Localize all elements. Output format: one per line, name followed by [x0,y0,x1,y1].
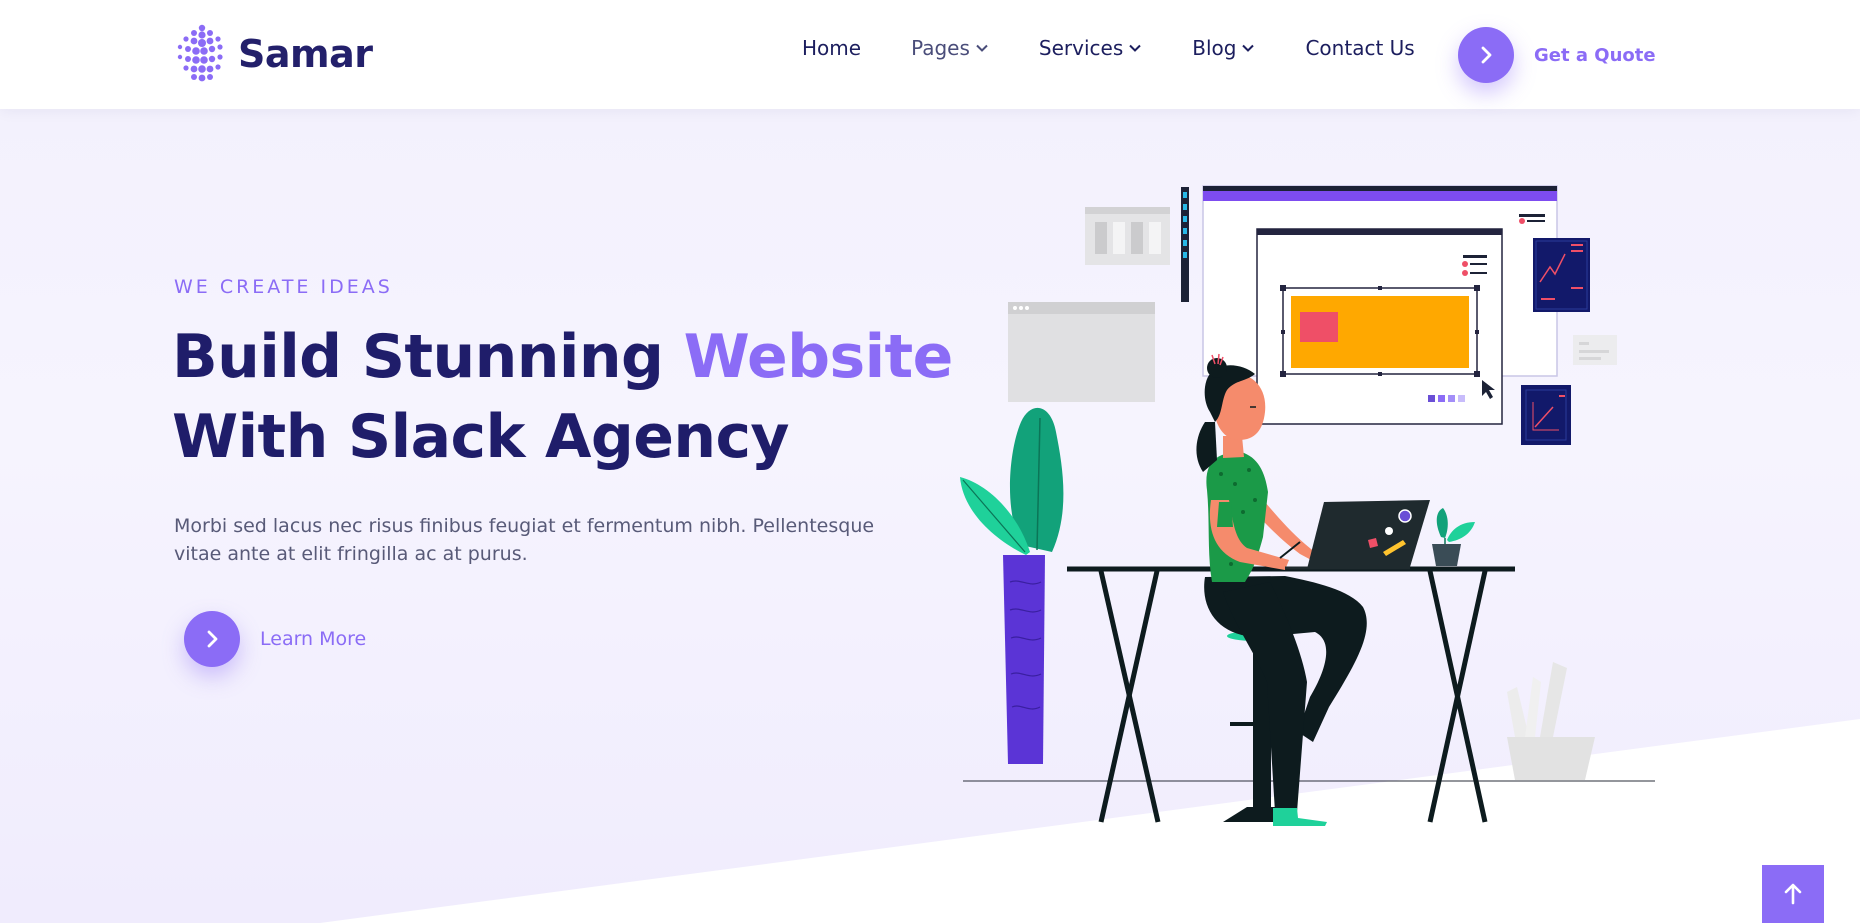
nav-item-label: Blog [1192,36,1237,60]
main-nav: Home Pages Services Blog Contact Us [802,36,1415,60]
grey-window-small [1085,207,1170,265]
nav-item-blog[interactable]: Blog [1192,36,1255,60]
hero-section: WE CREATE IDEAS Build Stunning Website W… [0,109,1860,923]
grey-plant-pot [1507,662,1595,780]
graph-card [1521,385,1571,445]
chart-card [1533,238,1590,312]
chevron-down-icon [1242,44,1255,52]
quote-circle-button[interactable] [1458,27,1514,83]
chevron-down-icon [976,44,988,52]
brand-name: Samar [238,32,373,76]
editor-panel [1256,228,1503,425]
nav-item-services[interactable]: Services [1039,36,1142,60]
brand-logo[interactable]: Samar [172,24,373,84]
nav-item-contact-us[interactable]: Contact Us [1305,36,1414,60]
chevron-down-icon [1129,44,1141,52]
nav-item-label: Services [1038,36,1124,60]
laptop [1285,500,1430,570]
hero-description: Morbi sed lacus nec risus finibus feugia… [174,515,875,565]
nav-item-label: Pages [911,36,970,60]
hero-headline: Build Stunning Website With Slack Agency [172,317,953,477]
hero-eyebrow: WE CREATE IDEAS [174,276,393,298]
headline-accent: Website [683,322,954,392]
grey-window-tiny [1573,335,1617,365]
get-a-quote-label: Get a Quote [1534,44,1656,66]
site-header: Samar Home Pages Services Blog Contact U… [0,0,1860,109]
dotted-hexagon-logo-icon [177,24,223,82]
scroll-to-top-button[interactable] [1762,865,1824,923]
woman-figure [1196,353,1367,826]
hero-illustration [960,185,1655,826]
learn-more-circle-button[interactable] [184,611,240,667]
chevron-right-icon [207,630,218,648]
get-a-quote-button[interactable]: Get a Quote [1458,27,1656,83]
learn-more-label: Learn More [260,628,367,650]
nav-item-label: Home [802,36,862,60]
headline-text: Build Stunning [172,322,684,392]
grey-window-large [1008,302,1155,402]
nav-item-label: Contact Us [1305,36,1415,60]
arrow-up-icon [1784,883,1802,905]
chevron-right-icon [1481,46,1492,64]
nav-item-pages[interactable]: Pages [911,36,989,60]
green-potted-plant [960,407,1064,764]
learn-more-button[interactable]: Learn More [184,611,366,667]
headline-text-line2: With Slack Agency [172,402,790,472]
desk-plant [1432,508,1475,566]
nav-item-home[interactable]: Home [802,36,861,60]
